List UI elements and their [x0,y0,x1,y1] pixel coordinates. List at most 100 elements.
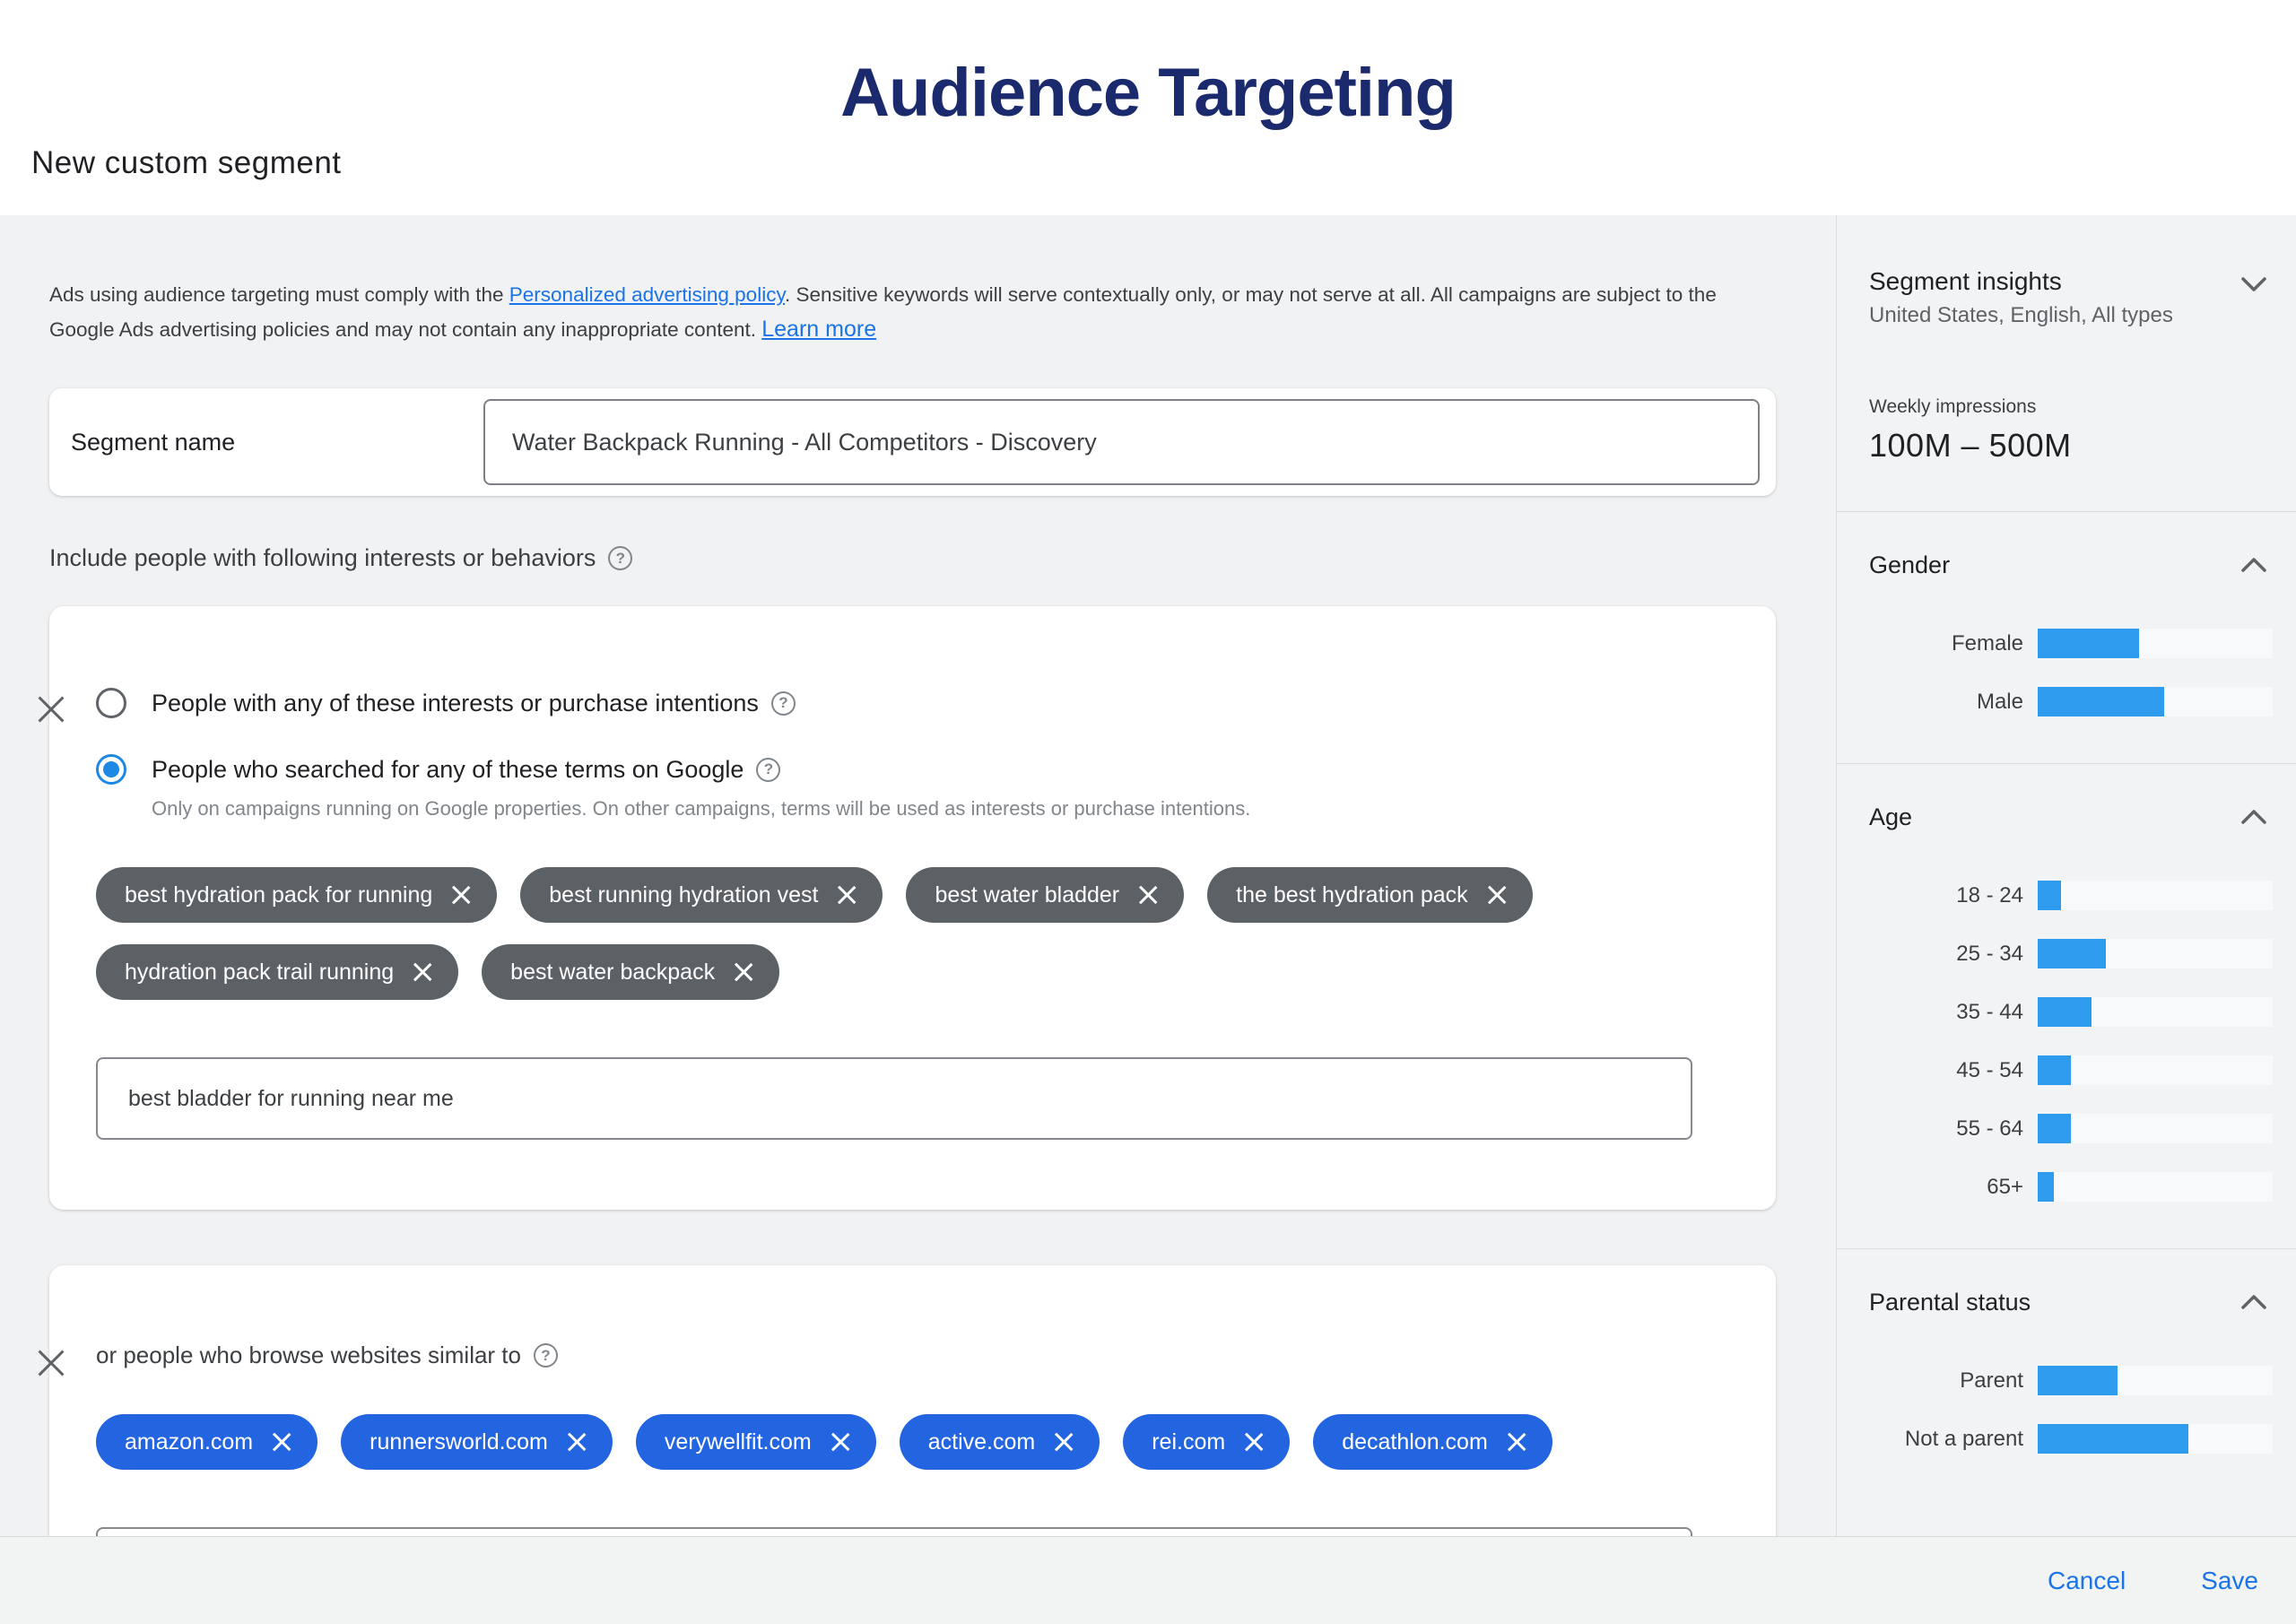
remove-chip-icon[interactable] [412,961,433,983]
similar-websites-card: or people who browse websites similar to… [49,1265,1776,1536]
weekly-impressions-label: Weekly impressions [1869,396,2276,418]
age-bar-row: 45 - 54 [1869,1055,2276,1085]
search-terms-note: Only on campaigns running on Google prop… [152,797,1731,821]
search-terms-card: People with any of these interests or pu… [49,606,1776,1210]
parental-bar-label: Not a parent [1869,1427,2038,1452]
chevron-down-icon[interactable] [2237,267,2271,301]
policy-notice: Ads using audience targeting must comply… [49,278,1735,347]
include-people-label: Include people with following interests … [49,544,1776,572]
audience-targeting-page: Audience Targeting New custom segment Ad… [0,0,2296,1624]
age-bar-track [2038,1114,2273,1143]
segment-editor-panel: Ads using audience targeting must comply… [0,215,1836,1536]
gender-bar-label: Female [1869,631,2038,656]
save-button[interactable]: Save [2201,1567,2258,1595]
help-icon[interactable] [771,691,796,716]
age-bar-label: 35 - 44 [1869,1000,2038,1025]
remove-chip-icon[interactable] [1137,884,1159,906]
remove-chip-icon[interactable] [830,1431,851,1453]
include-people-label-text: Include people with following interests … [49,544,596,572]
personalized-advertising-policy-link[interactable]: Personalized advertising policy [509,283,785,306]
search-term-chip-label: best hydration pack for running [125,882,432,908]
website-chip-label: decathlon.com [1342,1429,1488,1455]
gender-bar-row: Female [1869,629,2276,658]
similar-websites-label: or people who browse websites similar to [96,1342,1731,1369]
search-term-chip[interactable]: best water bladder [906,867,1184,923]
chevron-up-icon[interactable] [2237,1285,2271,1319]
age-bar-track [2038,997,2273,1027]
website-chip[interactable]: runnersworld.com [341,1414,613,1470]
age-bar-label: 18 - 24 [1869,883,2038,908]
search-term-chip-label: best water bladder [935,882,1119,908]
remove-chip-icon[interactable] [733,961,754,983]
radio-row-interests[interactable]: People with any of these interests or pu… [96,688,1731,718]
parental-bar-label: Parent [1869,1368,2038,1394]
search-term-chip[interactable]: best running hydration vest [520,867,883,923]
age-bar-row: 35 - 44 [1869,997,2276,1027]
close-icon[interactable] [34,692,68,726]
remove-chip-icon[interactable] [1053,1431,1074,1453]
age-bar-fill [2038,997,2092,1027]
age-bars: 18 - 2425 - 3435 - 4445 - 5455 - 6465+ [1869,881,2276,1202]
dialog-title: New custom segment [31,145,342,181]
search-term-chip-label: best running hydration vest [549,882,818,908]
weekly-impressions-value: 100M – 500M [1869,427,2276,465]
gender-section: Gender FemaleMale [1869,512,2276,716]
website-chip-label: runnersworld.com [370,1429,548,1455]
gender-bar-label: Male [1869,690,2038,715]
search-term-chip-label: hydration pack trail running [125,960,394,986]
remove-chip-icon[interactable] [566,1431,587,1453]
website-chip[interactable]: rei.com [1123,1414,1290,1470]
remove-chip-icon[interactable] [1506,1431,1527,1453]
chevron-up-icon[interactable] [2237,800,2271,834]
age-bar-row: 55 - 64 [1869,1114,2276,1143]
help-icon[interactable] [608,546,632,570]
search-term-chip-list: best hydration pack for running best runn… [96,867,1731,1000]
age-bar-track [2038,939,2273,968]
website-chip-label: amazon.com [125,1429,253,1455]
footer-bar: Cancel Save [0,1536,2296,1624]
website-chip[interactable]: active.com [900,1414,1100,1470]
remove-chip-icon[interactable] [271,1431,292,1453]
parental-status-section: Parental status Parent Not a parent [1869,1249,2276,1454]
remove-chip-icon[interactable] [1486,884,1508,906]
segment-name-label: Segment name [71,429,483,456]
remove-chip-icon[interactable] [450,884,472,906]
search-term-input[interactable] [96,1057,1692,1140]
search-term-chip[interactable]: best hydration pack for running [96,867,497,923]
gender-bar-fill [2038,629,2139,658]
radio-search-terms[interactable] [96,754,126,785]
website-chip[interactable]: verywellfit.com [636,1414,876,1470]
radio-row-search-terms[interactable]: People who searched for any of these ter… [96,754,1731,785]
close-icon[interactable] [34,1346,68,1380]
website-chip-list: amazon.com runnersworld.com verywellfit.co… [96,1414,1731,1470]
learn-more-link[interactable]: Learn more [761,317,876,342]
parental-bar-fill [2038,1424,2188,1454]
parental-status-section-title: Parental status [1869,1289,2237,1316]
segment-insights-subtitle: United States, English, All types [1869,303,2237,328]
remove-chip-icon[interactable] [1243,1431,1265,1453]
gender-bar-row: Male [1869,687,2276,716]
help-icon[interactable] [756,758,780,782]
search-term-chip[interactable]: best water backpack [482,944,779,1000]
remove-chip-icon[interactable] [836,884,857,906]
page-title: Audience Targeting [0,54,2296,132]
segment-name-input[interactable] [483,399,1760,485]
page-header: Audience Targeting New custom segment [0,0,2296,215]
age-bar-track [2038,1172,2273,1202]
age-bar-label: 45 - 54 [1869,1058,2038,1083]
search-term-chip[interactable]: the best hydration pack [1207,867,1533,923]
age-bar-label: 25 - 34 [1869,942,2038,967]
age-bar-track [2038,881,2273,910]
website-chip[interactable]: decathlon.com [1313,1414,1552,1470]
website-chip[interactable]: amazon.com [96,1414,317,1470]
parental-bar-row: Not a parent [1869,1424,2276,1454]
segment-name-card: Segment name [49,388,1776,496]
add-urls-input[interactable] [96,1527,1692,1536]
search-term-chip[interactable]: hydration pack trail running [96,944,458,1000]
chevron-up-icon[interactable] [2237,548,2271,582]
radio-interests[interactable] [96,688,126,718]
help-icon[interactable] [534,1343,558,1368]
parental-bar-row: Parent [1869,1366,2276,1395]
cancel-button[interactable]: Cancel [2048,1567,2126,1595]
gender-bar-track [2038,629,2273,658]
